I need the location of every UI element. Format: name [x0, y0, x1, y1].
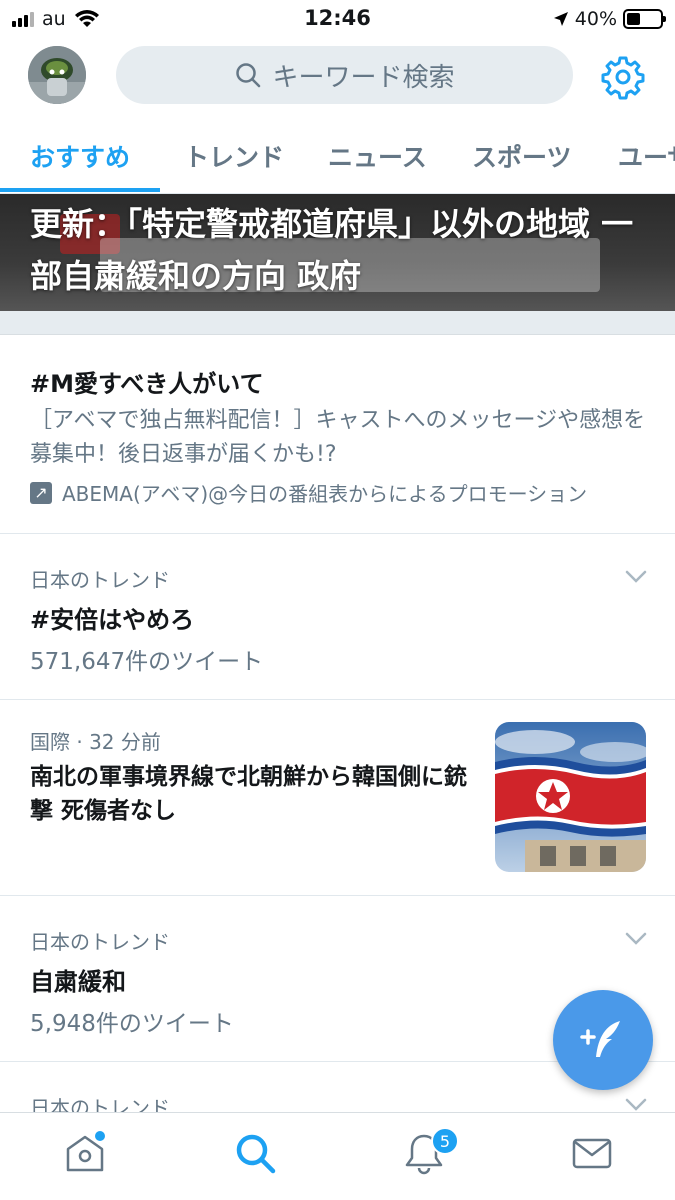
promoted-trend-description: ［アベマで独占無料配信！］キャストへのメッセージや感想を募集中！後日返事が届くか… [30, 408, 646, 467]
promoted-trend-title: #M愛すべき人がいて [30, 370, 264, 398]
trend-tweet-count: 5,948件のツイート [30, 1011, 234, 1037]
tab-news[interactable]: ニュース [328, 138, 427, 174]
trend-context: 日本のトレンド [30, 930, 170, 954]
compose-feather-icon [580, 1021, 620, 1057]
battery-percent: 40% [574, 8, 617, 30]
north-korea-flag-image [495, 722, 646, 872]
notifications-badge: 5 [431, 1127, 459, 1155]
promoted-trend[interactable]: #M愛すべき人がいて ［アベマで独占無料配信！］キャストへのメッセージや感想を募… [0, 336, 675, 534]
location-arrow-icon [553, 12, 568, 26]
news-title: 南北の軍事境界線で北朝鮮から韓国側に銃撃 死傷者なし [30, 764, 467, 824]
bottom-navigation: 5 [0, 1112, 675, 1200]
trend-title: 自粛緩和 [30, 968, 126, 996]
avatar[interactable] [28, 46, 86, 104]
avatar-image [28, 46, 86, 104]
promoted-by: ↗ ABEMA(アベマ)@今日の番組表からによるプロモーション [30, 478, 587, 507]
trend-context: 日本のトレンド [30, 568, 170, 592]
news-meta: 国際 · 32 分前 [30, 730, 161, 754]
compose-tweet-button[interactable] [553, 990, 653, 1090]
trend-title: #安倍はやめろ [30, 606, 195, 634]
chevron-down-icon[interactable] [625, 932, 647, 946]
news-thumbnail [495, 722, 646, 872]
gear-icon[interactable] [600, 54, 646, 100]
search-input[interactable]: キーワード検索 [116, 46, 573, 104]
mail-icon[interactable] [570, 1131, 614, 1175]
tab-recommended[interactable]: おすすめ [30, 138, 130, 174]
tab-sports[interactable]: スポーツ [472, 138, 572, 174]
section-divider [0, 311, 675, 335]
status-bar: au 12:46 40% [0, 0, 675, 38]
trend-item[interactable]: 日本のトレンド #安倍はやめろ 571,647件のツイート [0, 534, 675, 700]
news-item[interactable]: 国際 · 32 分前 南北の軍事境界線で北朝鮮から韓国側に銃撃 死傷者なし [0, 700, 675, 896]
tab-users[interactable]: ユーザ [618, 138, 675, 174]
search-placeholder: キーワード検索 [272, 62, 455, 93]
chevron-down-icon[interactable] [625, 570, 647, 584]
trend-tweet-count: 571,647件のツイート [30, 649, 264, 675]
active-tab-indicator [0, 188, 160, 192]
explore-header: キーワード検索 [0, 40, 675, 112]
hero-title: 更新：「特定警戒都道府県」以外の地域 一部自粛緩和の方向 政府 [30, 205, 634, 295]
search-icon [236, 63, 261, 88]
chevron-down-icon[interactable] [625, 1098, 647, 1112]
tab-trends[interactable]: トレンド [184, 138, 284, 174]
explore-tabs: おすすめ トレンド ニュース スポーツ ユーザ [0, 124, 675, 194]
hero-news-card[interactable]: 更新：「特定警戒都道府県」以外の地域 一部自粛緩和の方向 政府 [0, 194, 675, 311]
promoted-by-label: ABEMA(アベマ)@今日の番組表からによるプロモーション [62, 482, 588, 506]
home-unread-dot [95, 1131, 105, 1141]
promoted-icon: ↗ [30, 481, 52, 504]
explore-search-icon[interactable] [233, 1131, 277, 1175]
battery-icon [623, 9, 666, 29]
